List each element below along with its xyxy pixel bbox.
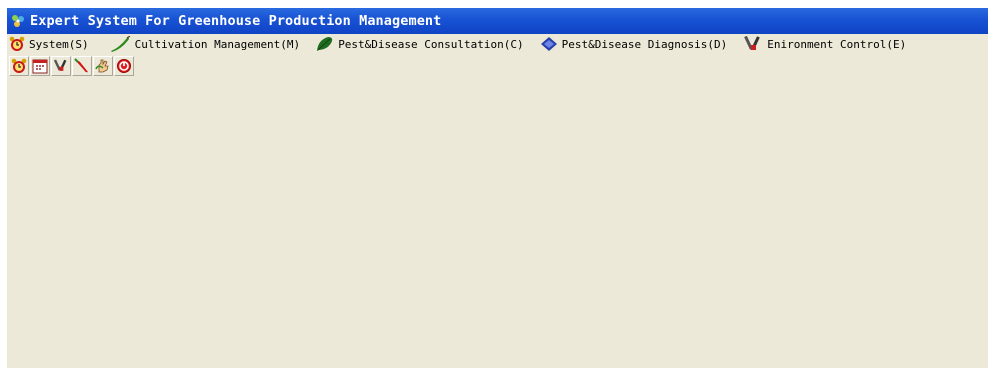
cucumber-icon [110, 36, 130, 52]
tools-icon [53, 59, 67, 71]
menu-diagnosis-label: Pest&Disease Diagnosis(D) [561, 37, 728, 51]
toolbar-pepper-button[interactable] [72, 56, 92, 76]
menu-cultivation-label: Cultivation Management(M) [134, 37, 301, 51]
main-window: Expert System For Greenhouse Production … [7, 8, 988, 368]
menu-environment-control[interactable]: Enironment Control(E) [743, 36, 906, 52]
alarm-clock-icon [11, 58, 27, 73]
menu-consultation-label: Pest&Disease Consultation(C) [338, 37, 524, 51]
title-bar[interactable]: Expert System For Greenhouse Production … [7, 8, 988, 34]
toolbar-exit-button[interactable] [114, 56, 134, 76]
window-title: Expert System For Greenhouse Production … [30, 13, 442, 29]
client-area [7, 78, 988, 368]
menu-environment-label: Enironment Control(E) [767, 37, 907, 51]
toolbar [7, 54, 988, 78]
tools-icon [744, 36, 760, 51]
calendar-icon [32, 59, 48, 74]
red-pepper-icon [74, 58, 88, 73]
toolbar-system-button[interactable] [9, 56, 29, 76]
exit-icon [117, 59, 131, 73]
hand-icon [95, 59, 109, 73]
menu-cultivation-management[interactable]: Cultivation Management(M) [109, 36, 301, 52]
menu-system-label: System(S) [29, 37, 89, 51]
menu-pest-consultation[interactable]: Pest&Disease Consultation(C) [316, 36, 524, 52]
app-icon [12, 15, 24, 27]
toolbar-hand-button[interactable] [93, 56, 113, 76]
toolbar-cultivation-button[interactable] [30, 56, 50, 76]
menu-pest-diagnosis[interactable]: Pest&Disease Diagnosis(D) [540, 36, 728, 52]
leaf-icon [317, 37, 333, 51]
menu-bar: System(S) Cultivation Management(M) Pest… [7, 34, 988, 54]
book-icon [540, 37, 557, 51]
toolbar-environment-button[interactable] [51, 56, 71, 76]
alarm-clock-icon [9, 36, 25, 51]
menu-system[interactable]: System(S) [9, 36, 89, 52]
